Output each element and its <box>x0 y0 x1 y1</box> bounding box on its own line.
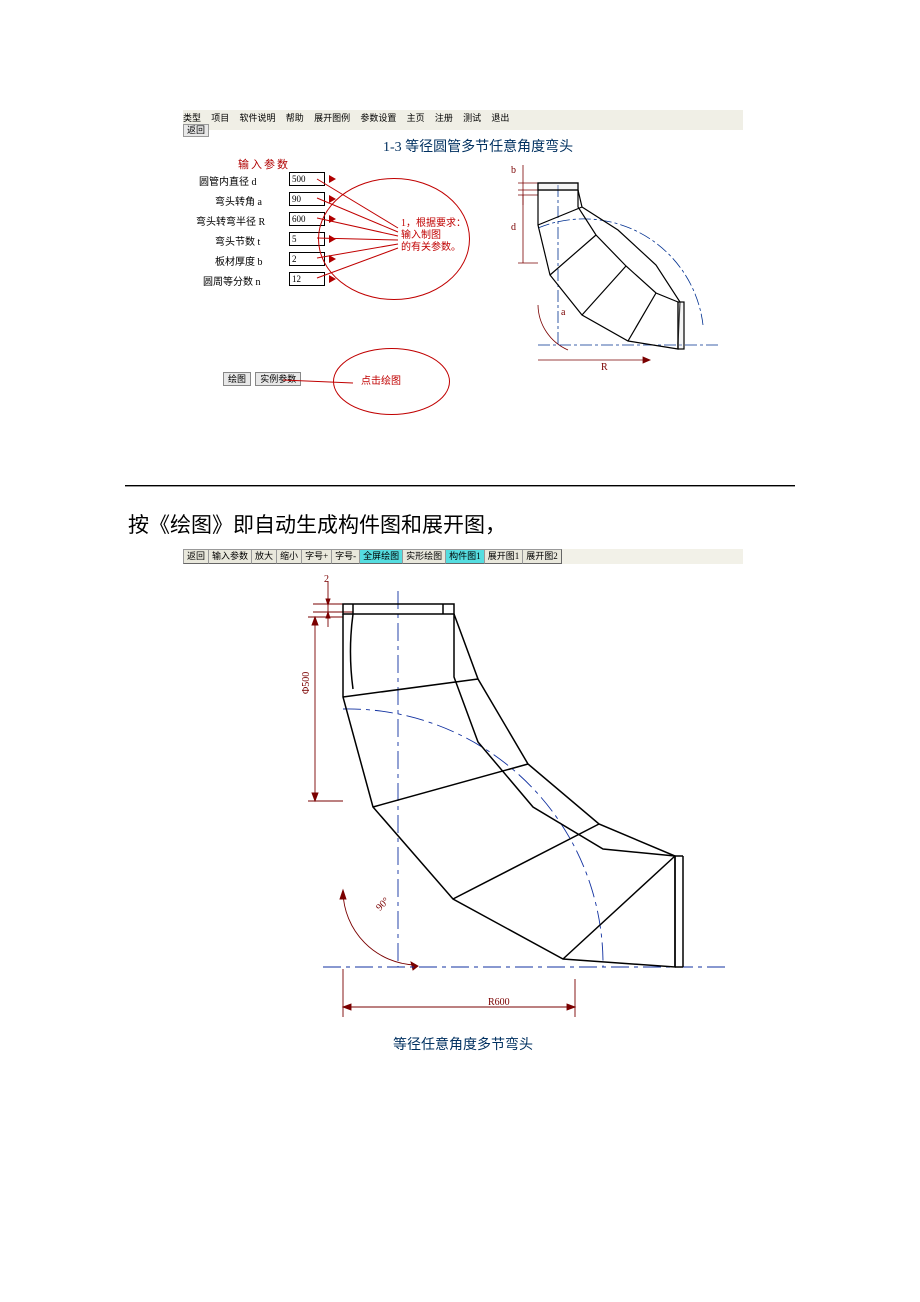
dim-b: 2 <box>324 574 329 585</box>
toolbar-font-plus[interactable]: 字号+ <box>301 549 332 564</box>
toolbar-realshape[interactable]: 实形绘图 <box>402 549 446 564</box>
large-elbow-drawing <box>183 569 743 1029</box>
toolbar-font-minus[interactable]: 字号- <box>331 549 360 564</box>
dim-R: R <box>601 362 608 373</box>
dim-R: R600 <box>488 997 510 1008</box>
annotation-line-2 <box>183 110 483 430</box>
output-drawing-panel: 返回输入参数放大缩小字号+字号-全屏绘图实形绘图构件图1展开图1展开图2 <box>183 549 743 1059</box>
toolbar-zoom-out[interactable]: 缩小 <box>276 549 302 564</box>
mid-caption: 按《绘图》即自动生成构件图和展开图， <box>128 509 920 539</box>
input-parameters-panel: 类型 项目 软件说明 帮助 展开图例 参数设置 主页 注册 测试 退出 返回 1… <box>183 110 743 445</box>
toolbar-zoom-in[interactable]: 放大 <box>251 549 277 564</box>
drawing-title: 等径任意角度多节弯头 <box>183 1034 743 1054</box>
dim-b: b <box>511 165 516 176</box>
dim-phi: Φ500 <box>301 672 312 694</box>
annotation-text: 点击绘图 <box>361 376 401 388</box>
toolbar-fullscreen[interactable]: 全屏绘图 <box>359 549 403 564</box>
toolbar-unfold2[interactable]: 展开图2 <box>522 549 562 564</box>
dim-d: d <box>511 222 516 233</box>
toolbar-unfold1[interactable]: 展开图1 <box>484 549 524 564</box>
drawing-toolbar: 返回输入参数放大缩小字号+字号-全屏绘图实形绘图构件图1展开图1展开图2 <box>183 549 561 564</box>
toolbar-component1[interactable]: 构件图1 <box>445 549 485 564</box>
dim-a: a <box>561 307 565 318</box>
separator-line <box>125 485 795 487</box>
toolbar-input[interactable]: 输入参数 <box>208 549 252 564</box>
toolbar-back[interactable]: 返回 <box>183 549 209 564</box>
